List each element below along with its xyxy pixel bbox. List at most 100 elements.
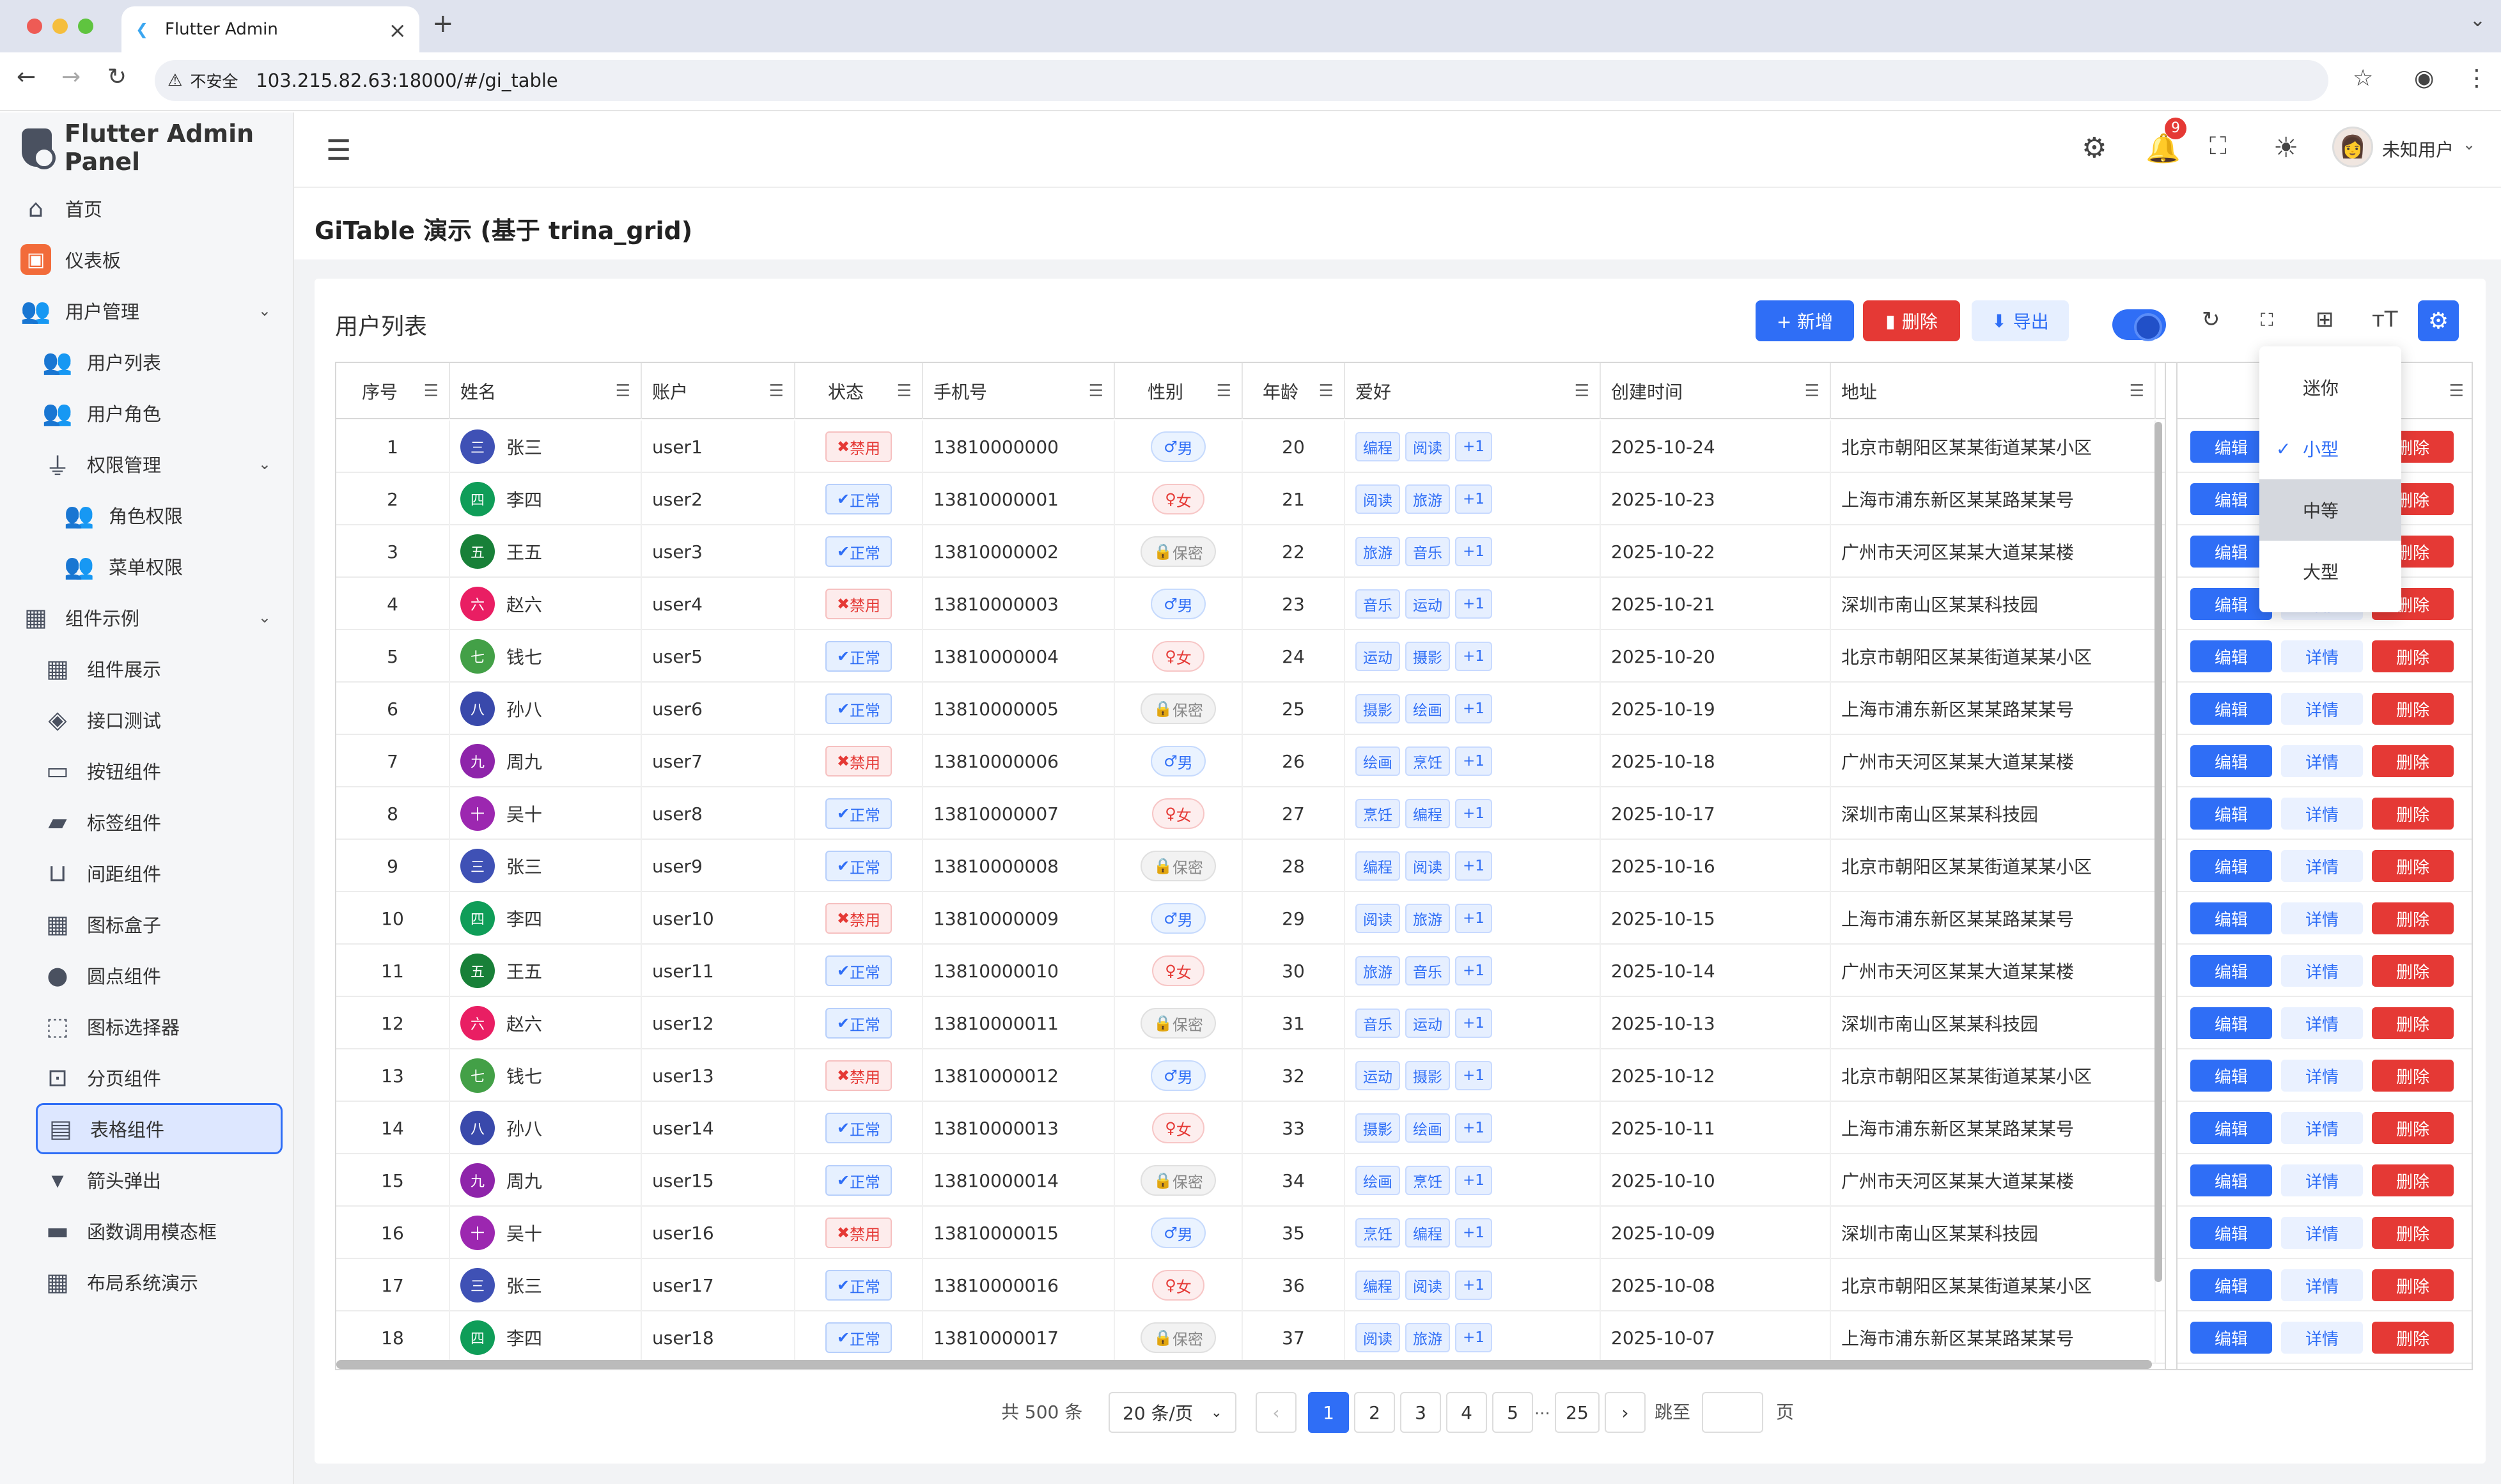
next-page-icon[interactable]: › (1605, 1392, 1646, 1433)
table-row[interactable]: 16 十吴十 user16 ✖ 禁用 13810000015 ♂ 男 35 烹饪 编程 +1 202… (336, 1207, 2472, 1259)
edit-button[interactable]: 编辑 (2190, 1112, 2272, 1144)
row-delete-button[interactable]: 删除 (2372, 955, 2454, 987)
column-header[interactable]: 状态 ☰ (795, 363, 923, 419)
sidebar-item[interactable]: ⏚ 权限管理 ⌄ (0, 438, 294, 490)
column-menu-icon[interactable]: ☰ (616, 382, 630, 401)
row-density-icon[interactable]: ᴛT (2372, 307, 2398, 332)
horizontal-scrollbar[interactable] (336, 1360, 2152, 1369)
column-menu-icon[interactable]: ☰ (1805, 382, 1819, 401)
density-option[interactable]: ✓ 小型 (2259, 418, 2401, 479)
table-row[interactable]: 3 五王五 user3 ✔ 正常 13810000002 🔒 保密 22 旅游 音乐 +1 2025… (336, 525, 2472, 578)
sidebar-item[interactable]: ⊔ 间距组件 (0, 847, 294, 899)
edit-button[interactable]: 编辑 (2190, 798, 2272, 830)
add-button[interactable]: + 新增 (1756, 300, 1854, 341)
sidebar-item[interactable]: ◈ 接口测试 (0, 694, 294, 745)
edit-button[interactable]: 编辑 (2190, 850, 2272, 882)
delete-button[interactable]: ▮ 删除 (1863, 300, 1960, 341)
minimize-window-icon[interactable] (52, 19, 68, 34)
table-row[interactable]: 4 六赵六 user4 ✖ 禁用 13810000003 ♂ 男 23 音乐 运动 +1 2025-… (336, 578, 2472, 630)
row-delete-button[interactable]: 删除 (2372, 1322, 2454, 1354)
table-row[interactable]: 18 四李四 user18 ✔ 正常 13810000017 🔒 保密 37 阅读 旅游 +1 20… (336, 1311, 2472, 1364)
user-name[interactable]: 未知用户 (2382, 136, 2454, 162)
page-button[interactable]: 4 (1446, 1392, 1487, 1433)
column-header[interactable]: 账户 ☰ (642, 363, 795, 419)
table-row[interactable]: 10 四李四 user10 ✖ 禁用 13810000009 ♂ 男 29 阅读 旅游 +1 202… (336, 892, 2472, 945)
detail-button[interactable]: 详情 (2281, 850, 2363, 882)
chevron-down-icon[interactable]: ⌄ (258, 302, 271, 320)
table-settings-gear-icon[interactable]: ⚙ (2418, 300, 2459, 341)
row-delete-button[interactable]: 删除 (2372, 1007, 2454, 1039)
column-header[interactable]: 性别 ☰ (1115, 363, 1243, 419)
edit-button[interactable]: 编辑 (2190, 693, 2272, 725)
edit-button[interactable]: 编辑 (2190, 1269, 2272, 1301)
table-row[interactable]: 12 六赵六 user12 ✔ 正常 13810000011 🔒 保密 31 音乐 运动 +1 20… (336, 997, 2472, 1049)
detail-button[interactable]: 详情 (2281, 798, 2363, 830)
table-row[interactable]: 1 三张三 user1 ✖ 禁用 13810000000 ♂ 男 20 编程 阅读 +1 2025-… (336, 421, 2472, 473)
row-delete-button[interactable]: 删除 (2372, 693, 2454, 725)
page-button[interactable]: 5 (1492, 1392, 1533, 1433)
detail-button[interactable]: 详情 (2281, 1060, 2363, 1092)
page-button[interactable]: 2 (1354, 1392, 1395, 1433)
sidebar-item[interactable]: ▦ 组件示例 ⌄ (0, 592, 294, 643)
chevron-down-icon[interactable]: ⌄ (258, 455, 271, 473)
edit-button[interactable]: 编辑 (2190, 745, 2272, 777)
row-delete-button[interactable]: 删除 (2372, 745, 2454, 777)
fullscreen-icon[interactable]: ⛶ (2209, 132, 2227, 160)
row-delete-button[interactable]: 删除 (2372, 850, 2454, 882)
column-menu-icon[interactable]: ☰ (897, 382, 912, 401)
detail-button[interactable]: 详情 (2281, 955, 2363, 987)
table-row[interactable]: 9 三张三 user9 ✔ 正常 13810000008 🔒 保密 28 编程 阅读 +1 2025… (336, 840, 2472, 892)
jump-page-input[interactable] (1702, 1392, 1763, 1433)
row-delete-button[interactable]: 删除 (2372, 1164, 2454, 1196)
column-menu-icon[interactable]: ☰ (2449, 382, 2464, 401)
row-delete-button[interactable]: 删除 (2372, 1060, 2454, 1092)
row-delete-button[interactable]: 删除 (2372, 798, 2454, 830)
detail-button[interactable]: 详情 (2281, 693, 2363, 725)
table-row[interactable]: 15 九周九 user15 ✔ 正常 13810000014 🔒 保密 34 绘画 烹饪 +1 20… (336, 1154, 2472, 1207)
edit-button[interactable]: 编辑 (2190, 1322, 2272, 1354)
edit-button[interactable]: 编辑 (2190, 1007, 2272, 1039)
sidebar-item[interactable]: 👥 用户列表 (0, 336, 294, 387)
sidebar-item[interactable]: ⌂ 首页 (0, 183, 294, 234)
detail-button[interactable]: 详情 (2281, 1164, 2363, 1196)
sidebar-item[interactable]: ▬ 函数调用模态框 (0, 1205, 294, 1256)
sidebar-item[interactable]: ▰ 标签组件 (0, 796, 294, 847)
page-button[interactable]: 1 (1308, 1392, 1349, 1433)
sidebar-item[interactable]: 👥 用户管理 ⌄ (0, 285, 294, 336)
url-field[interactable]: ⚠ 不安全 103.215.82.63:18000/#/gi_table (155, 60, 2328, 101)
density-option[interactable]: 中等 (2259, 479, 2401, 541)
density-option[interactable]: 大型 (2259, 541, 2401, 602)
column-header[interactable]: 手机号 ☰ (923, 363, 1115, 419)
table-row[interactable]: 11 五王五 user11 ✔ 正常 13810000010 ♀ 女 30 旅游 音乐 +1 202… (336, 945, 2472, 997)
column-header[interactable]: 姓名 ☰ (450, 363, 642, 419)
row-delete-button[interactable]: 删除 (2372, 1112, 2454, 1144)
detail-button[interactable]: 详情 (2281, 902, 2363, 934)
tab-search-icon[interactable]: ⌄ (2470, 9, 2486, 31)
refresh-icon[interactable]: ↻ (2202, 307, 2220, 332)
collapse-menu-icon[interactable]: ☰ (326, 134, 351, 167)
table-row[interactable]: 7 九周九 user7 ✖ 禁用 13810000006 ♂ 男 26 绘画 烹饪 +1 2025-… (336, 735, 2472, 787)
browser-tab[interactable]: ❮ Flutter Admin × (121, 6, 419, 52)
sidebar-item[interactable]: ▦ 图标盒子 (0, 899, 294, 950)
table-row[interactable]: 14 八孙八 user14 ✔ 正常 13810000013 ♀ 女 33 摄影 绘画 +1 202… (336, 1102, 2472, 1154)
row-delete-button[interactable]: 删除 (2372, 640, 2454, 672)
chevron-down-icon[interactable]: ⌄ (258, 608, 271, 626)
close-window-icon[interactable] (27, 19, 42, 34)
table-row[interactable]: 8 十吴十 user8 ✔ 正常 13810000007 ♀ 女 27 烹饪 编程 +1 2025-… (336, 787, 2472, 840)
edit-button[interactable]: 编辑 (2190, 902, 2272, 934)
fullscreen-table-icon[interactable]: ⛶ (2261, 309, 2273, 331)
edit-button[interactable]: 编辑 (2190, 1060, 2272, 1092)
row-delete-button[interactable]: 删除 (2372, 1269, 2454, 1301)
sidebar-item[interactable]: ⬚ 图标选择器 (0, 1001, 294, 1052)
bookmark-star-icon[interactable]: ☆ (2353, 65, 2373, 91)
sidebar-item[interactable]: 👥 角色权限 (0, 490, 294, 541)
theme-sun-icon[interactable]: ☀ (2273, 132, 2298, 164)
edit-button[interactable]: 编辑 (2190, 640, 2272, 672)
column-settings-icon[interactable]: ⊞ (2316, 307, 2334, 332)
sidebar-item[interactable]: ▾ 箭头弹出 (0, 1154, 294, 1205)
edit-button[interactable]: 编辑 (2190, 955, 2272, 987)
page-button[interactable]: 3 (1400, 1392, 1441, 1433)
detail-button[interactable]: 详情 (2281, 1322, 2363, 1354)
settings-gear-icon[interactable]: ⚙ (2082, 132, 2107, 164)
browser-menu-icon[interactable]: ⋮ (2465, 65, 2488, 91)
